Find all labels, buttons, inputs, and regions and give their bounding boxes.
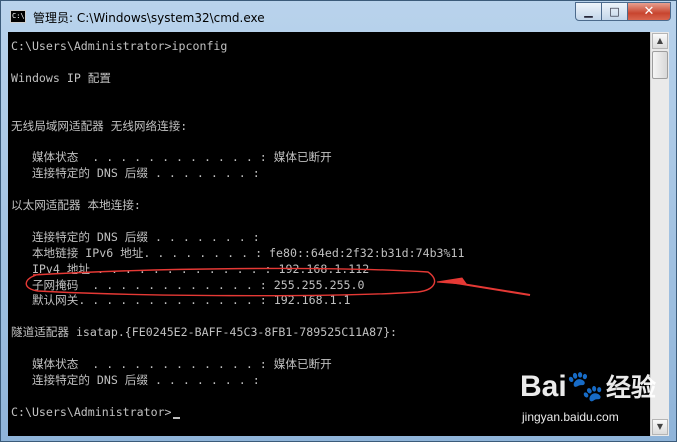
baidu-logo: Bai🐾经验 [520, 368, 656, 404]
console-line-text: 无线局域网适配器 无线网络连接: [11, 118, 188, 133]
scroll-up-button[interactable]: ▲ [652, 33, 668, 49]
window-title: 管理员: C:\Windows\system32\cmd.exe [33, 11, 265, 25]
console-line-text: 本地链接 IPv6 地址. . . . . . . . : fe80::64ed… [11, 245, 465, 260]
minimize-icon: ▁ [584, 5, 593, 18]
cmd-app-icon[interactable]: C:\ [10, 10, 26, 23]
arrow-up-icon: ▲ [656, 36, 664, 45]
console-line: 无线局域网适配器 无线网络连接: [11, 118, 187, 134]
baidu-jingyan-watermark: Bai🐾经验 jingyan.baidu.com [520, 368, 670, 434]
window-controls: ▁ □ ✕ [575, 2, 671, 22]
console-line-text: IPv4 地址 . . . . . . . . . . . . : 192.16… [11, 261, 370, 276]
console-line: 媒体状态 . . . . . . . . . . . . : 媒体已断开 [11, 356, 332, 372]
console-line-text: C:\Users\Administrator>ipconfig [11, 39, 228, 53]
close-icon: ✕ [643, 4, 655, 19]
console-line-text: 隧道适配器 isatap.{FE0245E2-BAFF-45C3-8FB1-78… [11, 325, 398, 340]
scroll-thumb[interactable] [652, 51, 668, 79]
minimize-button[interactable]: ▁ [575, 2, 602, 21]
maximize-icon: □ [609, 5, 620, 18]
console-line-text: 连接特定的 DNS 后缀 . . . . . . . : [11, 372, 260, 387]
console-line: 本地链接 IPv6 地址. . . . . . . . : fe80::64ed… [11, 245, 465, 261]
logo-text: Bai [520, 370, 567, 403]
console-line-text: 媒体状态 . . . . . . . . . . . . : 媒体已断开 [11, 150, 332, 165]
title-bar[interactable]: C:\ 管理员: C:\Windows\system32\cmd.exe ▁ □… [1, 1, 676, 33]
console-line-text: 媒体状态 . . . . . . . . . . . . : 媒体已断开 [11, 357, 332, 371]
console-line: 连接特定的 DNS 后缀 . . . . . . . : [11, 165, 260, 181]
paw-icon: 🐾 [566, 370, 605, 403]
console-line-text: 子网掩码 . . . . . . . . . . . . : 255.255.2… [11, 277, 365, 292]
close-button[interactable]: ✕ [627, 2, 671, 21]
console-line-text: Windows IP 配置 [11, 70, 111, 85]
console-line: 连接特定的 DNS 后缀 . . . . . . . : [11, 372, 260, 388]
watermark-url: jingyan.baidu.com [522, 410, 619, 424]
console-line: 连接特定的 DNS 后缀 . . . . . . . : [11, 229, 260, 245]
console-line-text: 默认网关. . . . . . . . . . . . . : 192.168.… [11, 293, 351, 308]
console-line: 隧道适配器 isatap.{FE0245E2-BAFF-45C3-8FB1-78… [11, 324, 397, 340]
console-line: 媒体状态 . . . . . . . . . . . . : 媒体已断开 [11, 149, 332, 165]
text-cursor [172, 416, 180, 419]
logo-cn-text: 经验 [606, 374, 657, 402]
console-line: 默认网关. . . . . . . . . . . . . : 192.168.… [11, 292, 351, 308]
console-line: 子网掩码 . . . . . . . . . . . . : 255.255.2… [11, 277, 365, 293]
console-line: C:\Users\Administrator> [11, 404, 180, 420]
console-line-text: 连接特定的 DNS 后缀 . . . . . . . : [11, 229, 260, 244]
console-line: Windows IP 配置 [11, 70, 111, 86]
console-line: IPv4 地址 . . . . . . . . . . . . : 192.16… [11, 261, 369, 277]
console-line-text: 连接特定的 DNS 后缀 . . . . . . . : [11, 166, 260, 181]
console-line-text: 以太网适配器 本地连接: [11, 198, 141, 212]
console-line: C:\Users\Administrator>ipconfig [11, 38, 227, 54]
maximize-button[interactable]: □ [601, 2, 628, 21]
console-line-text: C:\Users\Administrator> [11, 404, 172, 419]
console-line: 以太网适配器 本地连接: [11, 197, 141, 213]
